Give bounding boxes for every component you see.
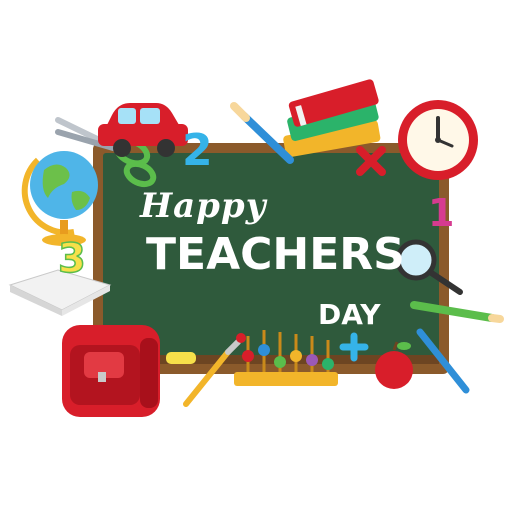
digit-two: 2 <box>182 125 213 176</box>
digit-three: 3 <box>58 236 86 282</box>
digit-one: 1 <box>428 191 454 235</box>
number-decorations: 2 3 1 <box>57 125 454 283</box>
teachers-day-card: 2 3 1 Happy TEACHERS DAY <box>0 0 512 512</box>
